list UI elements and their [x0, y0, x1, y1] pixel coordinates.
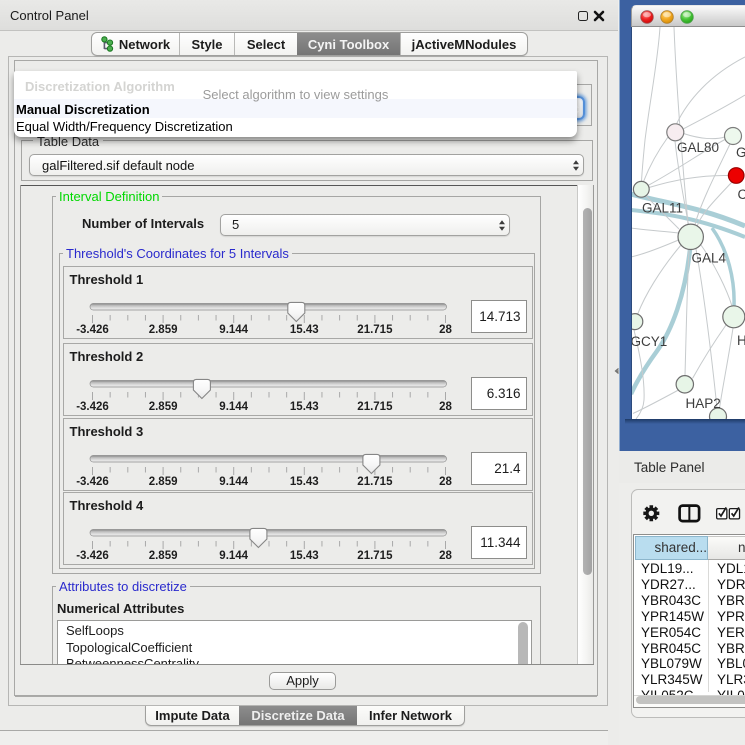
svg-text:2.859: 2.859 — [148, 476, 177, 488]
svg-text:21.715: 21.715 — [357, 324, 393, 336]
svg-text:H: H — [737, 333, 745, 348]
svg-text:9.144: 9.144 — [219, 324, 248, 336]
svg-text:GAL11: GAL11 — [642, 201, 683, 216]
svg-text:28: 28 — [439, 401, 452, 413]
svg-text:GCY1: GCY1 — [631, 334, 667, 349]
svg-text:21.715: 21.715 — [357, 476, 393, 488]
svg-text:GA: GA — [736, 145, 745, 160]
svg-text:-3.426: -3.426 — [76, 324, 109, 336]
svg-text:-3.426: -3.426 — [76, 476, 109, 488]
svg-text:28: 28 — [439, 550, 452, 562]
svg-text:21.715: 21.715 — [357, 550, 393, 562]
svg-text:-3.426: -3.426 — [76, 401, 109, 413]
svg-text:28: 28 — [439, 324, 452, 336]
svg-text:GAL80: GAL80 — [677, 140, 719, 155]
svg-text:C: C — [738, 187, 745, 202]
svg-text:9.144: 9.144 — [219, 401, 248, 413]
svg-text:2.859: 2.859 — [148, 550, 177, 562]
svg-text:21.715: 21.715 — [357, 401, 393, 413]
svg-text:28: 28 — [439, 476, 452, 488]
svg-text:GAL4: GAL4 — [692, 251, 727, 266]
svg-text:15.43: 15.43 — [289, 476, 318, 488]
svg-text:HAP2: HAP2 — [686, 396, 721, 411]
svg-text:2.859: 2.859 — [148, 401, 177, 413]
svg-text:15.43: 15.43 — [289, 550, 318, 562]
svg-text:9.144: 9.144 — [219, 476, 248, 488]
svg-text:2.859: 2.859 — [148, 324, 177, 336]
svg-text:9.144: 9.144 — [219, 550, 248, 562]
svg-text:15.43: 15.43 — [289, 324, 318, 336]
svg-text:15.43: 15.43 — [289, 401, 318, 413]
svg-text:-3.426: -3.426 — [76, 550, 109, 562]
